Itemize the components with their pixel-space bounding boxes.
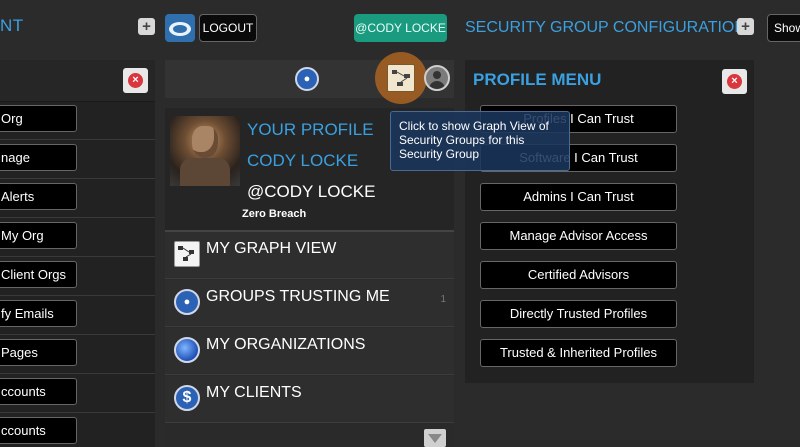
menu-item-label: GROUPS TRUSTING ME: [206, 288, 390, 305]
divider: [0, 412, 155, 413]
home-cloud-button[interactable]: [165, 14, 195, 42]
globe-icon: [174, 337, 200, 363]
divider: [0, 256, 155, 257]
profile-name[interactable]: CODY LOCKE: [247, 151, 358, 171]
menu-item-label: MY ORGANIZATIONS: [206, 336, 366, 353]
logout-button[interactable]: LOGOUT: [199, 14, 257, 42]
your-profile-link[interactable]: YOUR PROFILE: [247, 120, 374, 140]
left-panel-header: ×: [0, 60, 155, 102]
profile-column: LOGOUT @CODY LOCKE ● YOUR PROFILE CODY L…: [165, 0, 454, 447]
left-column-title: NT: [0, 16, 24, 35]
left-menu-item[interactable]: ccounts: [0, 378, 77, 405]
security-config-title: SECURITY GROUP CONFIGURATION: [465, 19, 746, 36]
profile-menu-title: PROFILE MENU: [473, 70, 602, 89]
menu-item-graph-view[interactable]: MY GRAPH VIEW: [165, 232, 454, 279]
profile-menu-item[interactable]: Manage Advisor Access: [480, 222, 677, 250]
left-column: NT + × Org nage Alerts My Org Client Org…: [0, 0, 160, 447]
left-menu-item[interactable]: fy Emails: [0, 300, 77, 327]
scroll-down-button[interactable]: [424, 429, 446, 447]
profile-column-footer: [165, 423, 454, 447]
profile-toolbar: ●: [165, 52, 454, 104]
menu-item-label: MY GRAPH VIEW: [206, 240, 337, 257]
menu-item-my-clients[interactable]: $ MY CLIENTS: [165, 376, 454, 423]
graph-view-icon: [174, 241, 200, 267]
left-menu-item[interactable]: nage: [0, 144, 77, 171]
profile-menu-item[interactable]: Directly Trusted Profiles: [480, 300, 677, 328]
graph-view-tooltip: Click to show Graph View of Security Gro…: [390, 111, 570, 171]
profile-menu-close-button[interactable]: ×: [722, 69, 747, 94]
close-icon: ×: [128, 73, 143, 88]
user-badge[interactable]: @CODY LOCKE: [354, 14, 447, 42]
left-menu-item[interactable]: Client Orgs: [0, 261, 77, 288]
divider: [0, 178, 155, 179]
menu-item-groups-trusting-me[interactable]: ● GROUPS TRUSTING ME 1: [165, 280, 454, 327]
left-menu-item[interactable]: Org: [0, 105, 77, 132]
left-add-button[interactable]: +: [138, 18, 155, 35]
left-menu-item[interactable]: ccounts: [0, 417, 77, 444]
groups-icon: ●: [174, 289, 200, 315]
cloud-icon: [169, 22, 191, 36]
profile-menu-item[interactable]: Admins I Can Trust: [480, 183, 677, 211]
security-config-column: SECURITY GROUP CONFIGURATION + PROFILE M…: [465, 0, 755, 447]
graph-view-icon: [392, 70, 410, 86]
graph-view-button[interactable]: [387, 64, 415, 92]
menu-item-label: MY CLIENTS: [206, 384, 302, 401]
profile-menu-item[interactable]: Certified Advisors: [480, 261, 677, 289]
divider: [0, 139, 155, 140]
left-menu-item[interactable]: Pages: [0, 339, 77, 366]
groups-icon[interactable]: ●: [295, 67, 319, 91]
show-button[interactable]: Show: [767, 14, 800, 42]
profile-tagline: Zero Breach: [242, 208, 307, 220]
security-config-add-button[interactable]: +: [737, 18, 754, 35]
divider: [0, 373, 155, 374]
dollar-icon: $: [174, 385, 200, 411]
person-icon[interactable]: [424, 65, 450, 91]
left-close-button[interactable]: ×: [123, 68, 148, 93]
divider: [0, 334, 155, 335]
left-menu-item[interactable]: My Org: [0, 222, 77, 249]
profile-menu-item[interactable]: Trusted & Inherited Profiles: [480, 339, 677, 367]
profile-handle: @CODY LOCKE: [247, 182, 376, 201]
divider: [0, 295, 155, 296]
menu-item-count: 1: [440, 294, 446, 305]
divider: [0, 217, 155, 218]
left-menu-item[interactable]: Alerts: [0, 183, 77, 210]
avatar: [170, 116, 240, 186]
close-icon: ×: [727, 74, 742, 89]
menu-item-my-organizations[interactable]: MY ORGANIZATIONS: [165, 328, 454, 375]
